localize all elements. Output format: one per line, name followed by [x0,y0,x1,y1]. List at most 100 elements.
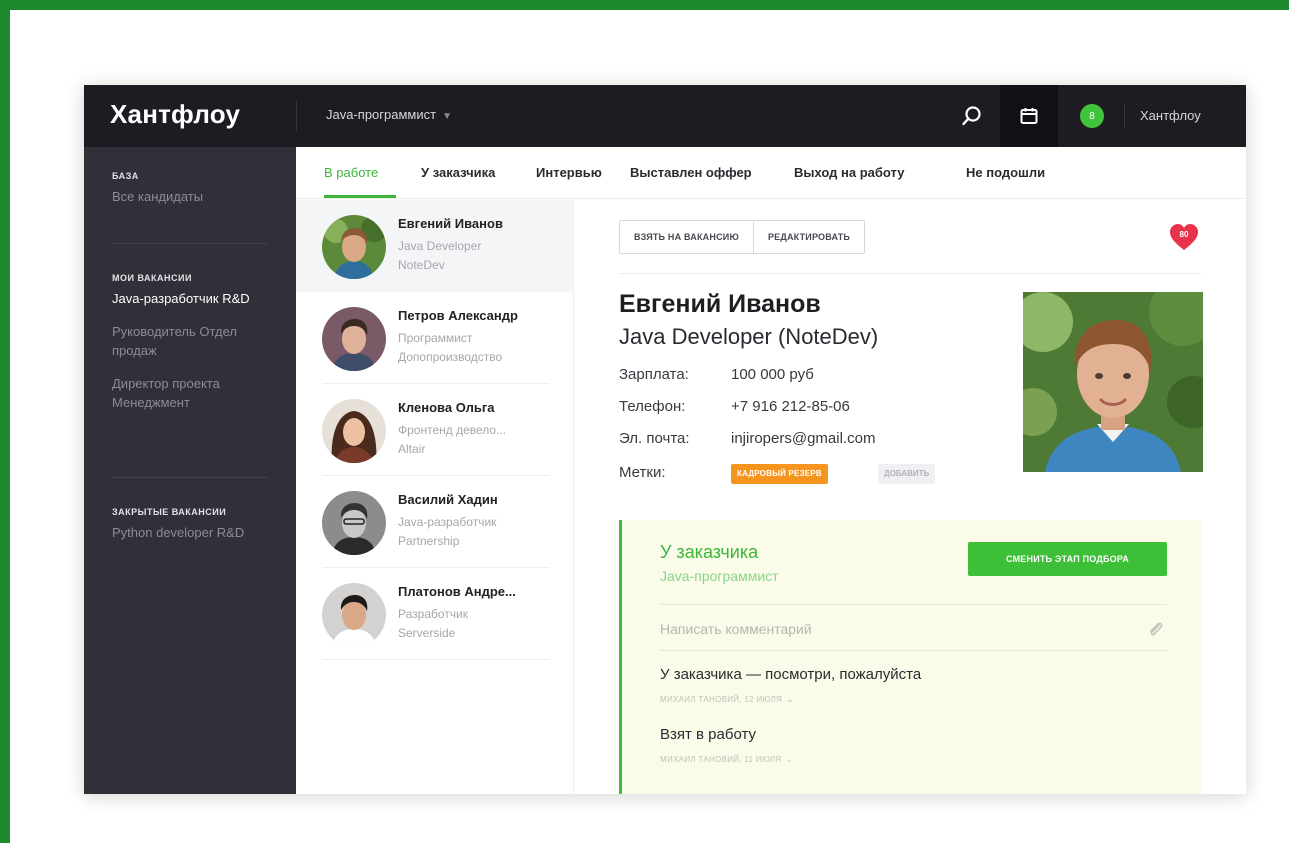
avatar [322,583,386,647]
favorite-count: 80 [1179,230,1189,239]
chevron-down-icon: ⌄ [786,694,794,704]
candidate-item[interactable]: Петров Александр Программист Допопроизво… [296,292,574,384]
sidebar-divider [112,243,268,244]
candidate-company: Serverside [398,626,456,640]
candidate-role: Фронтенд девело... [398,423,507,437]
sidebar-divider [112,477,268,478]
topbar-divider-right [1124,103,1125,129]
add-tag-button[interactable]: ДОБАВИТЬ [878,464,936,484]
vacancy-selector[interactable]: Java-программист ▼ [326,107,452,122]
tab-rejected[interactable]: Не подошли [966,165,1045,180]
avatar [322,491,386,555]
app-window: Хантфлоу Java-программист ▼ 8 Хантфлоу Б… [84,85,1246,794]
candidate-name: Кленова Ольга [398,400,495,415]
page-background: Хантфлоу Java-программист ▼ 8 Хантфлоу Б… [10,10,1289,843]
candidate-detail: ВЗЯТЬ НА ВАКАНСИЮ РЕДАКТИРОВАТЬ 80 Евген… [575,200,1246,794]
tab-in-progress[interactable]: В работе [324,165,378,180]
candidate-company: Допопроизводство [398,350,503,364]
candidate-company: NoteDev [398,258,445,272]
edit-button[interactable]: РЕДАКТИРОВАТЬ [752,221,864,253]
history-entry-meta[interactable]: МИХАИЛ ТАНОВИЙ, 12 ИЮЛЯ ⌄ [660,694,794,705]
active-tab-indicator [324,195,396,198]
user-menu[interactable]: Хантфлоу [1140,108,1201,123]
history-entry-text: Взят в работу [660,726,757,743]
sidebar-item-python-developer[interactable]: Python developer R&D [112,523,262,542]
favorite-button[interactable]: 80 [1169,223,1199,251]
stage-divider [660,604,1167,605]
notification-badge: 8 [1080,104,1104,128]
candidate-item[interactable]: Евгений Иванов Java Developer NoteDev [296,200,574,292]
stage-panel: У заказчика Java-программист СМЕНИТЬ ЭТА… [619,520,1202,794]
candidate-role: Разработчик [398,607,468,621]
tab-onboarding[interactable]: Выход на работу [794,165,904,180]
paperclip-icon [1150,622,1163,636]
tab-offer[interactable]: Выставлен оффер [630,165,752,180]
candidate-name: Евгений Иванов [398,216,503,231]
tab-interview[interactable]: Интервью [536,165,602,180]
stage-vacancy: Java-программист [660,568,779,584]
sidebar-item-java-developer[interactable]: Java-разработчик R&D [112,289,262,308]
history-author-date: МИХАИЛ ТАНОВИЙ, 12 ИЮЛЯ [660,695,783,704]
take-to-vacancy-button[interactable]: ВЗЯТЬ НА ВАКАНСИЮ [620,221,753,253]
list-divider [322,659,550,660]
stage-title: У заказчика [660,542,759,562]
topbar-divider [296,101,297,131]
candidate-position: Java Developer (NoteDev) [619,324,879,349]
candidate-role: Программист [398,331,473,345]
calendar-icon [1020,108,1038,124]
sidebar-section-closed: ЗАКРЫТЫЕ ВАКАНСИИ Python developer R&D [112,507,262,556]
search-button[interactable] [950,85,994,147]
app-logo[interactable]: Хантфлоу [110,99,240,130]
stage-divider [660,650,1167,651]
candidate-role: Java-разработчик [398,515,497,529]
candidate-actions: ВЗЯТЬ НА ВАКАНСИЮ РЕДАКТИРОВАТЬ [619,220,866,254]
sidebar-section-my-vacancies: МОИ ВАКАНСИИ Java-разработчик R&D Руково… [112,273,262,426]
avatar [322,399,386,463]
stage-tabs: В работе У заказчика Интервью Выставлен … [296,147,1246,199]
sidebar-heading: ЗАКРЫТЫЕ ВАКАНСИИ [112,507,227,517]
change-stage-button[interactable]: СМЕНИТЬ ЭТАП ПОДБОРА [968,542,1167,576]
history-entry-meta[interactable]: МИХАИЛ ТАНОВИЙ, 11 ИЮЛЯ ⌄ [660,754,793,765]
candidate-photo [1023,292,1203,472]
history-entry-text: У заказчика — посмотри, пожалуйста [660,666,922,683]
sidebar-item-sales-head[interactable]: Руководитель Отдел продаж [112,322,262,360]
search-icon [962,106,981,126]
salary-value: 100 000 руб [731,366,814,383]
candidate-name: Василий Хадин [398,492,498,507]
candidate-list: Евгений Иванов Java Developer NoteDev Пе… [296,200,574,794]
candidate-company: Altair [398,442,426,456]
sidebar-item-project-director[interactable]: Директор проекта Менеджмент [112,374,262,412]
chevron-down-icon: ▼ [442,111,452,122]
comment-input[interactable]: Написать комментарий [660,621,812,637]
candidate-company: Partnership [398,534,460,548]
tag-reserve[interactable]: КАДРОВЫЙ РЕЗЕРВ [731,464,828,484]
avatar [322,215,386,279]
email-label: Эл. почта: [619,430,690,447]
email-value[interactable]: injiropers@gmail.com [731,430,875,447]
avatar [322,307,386,371]
salary-label: Зарплата: [619,366,689,383]
candidate-name: Платонов Андре... [398,584,516,599]
candidate-item[interactable]: Платонов Андре... Разработчик Serverside [296,568,574,660]
top-bar: Хантфлоу Java-программист ▼ 8 Хантфлоу [84,85,1246,147]
candidate-item[interactable]: Василий Хадин Java-разработчик Partnersh… [296,476,574,568]
tab-at-client[interactable]: У заказчика [421,165,495,180]
candidate-role: Java Developer [398,239,482,253]
phone-value[interactable]: +7 916 212-85-06 [731,398,850,415]
candidate-full-name: Евгений Иванов [619,290,821,318]
sidebar-item-all-candidates[interactable]: Все кандидаты [112,187,203,206]
calendar-button[interactable] [1000,85,1058,147]
candidate-item[interactable]: Кленова Ольга Фронтенд девело... Altair [296,384,574,476]
notifications-button[interactable]: 8 [1070,85,1114,147]
sidebar-section-base: БАЗА Все кандидаты [112,171,203,220]
candidate-name: Петров Александр [398,308,518,323]
phone-label: Телефон: [619,398,686,415]
chevron-down-icon: ⌄ [785,754,794,764]
detail-divider [619,273,1202,274]
sidebar-heading: МОИ ВАКАНСИИ [112,273,192,283]
attach-button[interactable] [1146,620,1166,640]
history-author-date: МИХАИЛ ТАНОВИЙ, 11 ИЮЛЯ [660,755,782,764]
tags-label: Метки: [619,464,666,481]
sidebar: БАЗА Все кандидаты МОИ ВАКАНСИИ Java-раз… [84,147,296,794]
vacancy-selector-label: Java-программист [326,107,437,122]
